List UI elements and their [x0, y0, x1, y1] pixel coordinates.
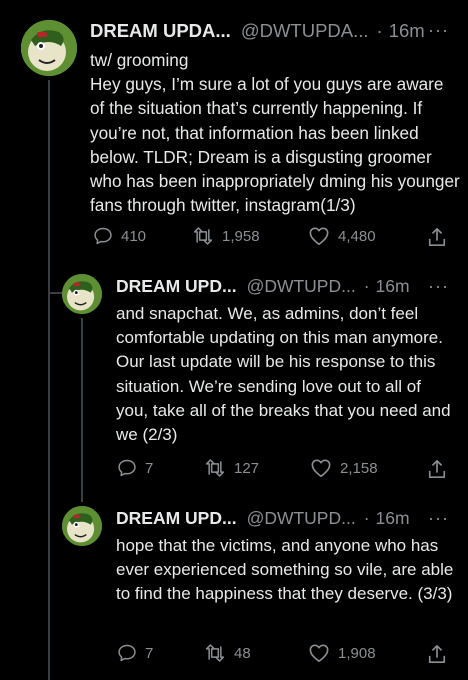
avatar-image	[62, 274, 102, 314]
tweet-header: DREAM UPDA... @DWTUPDA... · 16m	[90, 20, 425, 42]
like-count: 2,158	[340, 459, 378, 477]
username[interactable]: @DWTUPD...	[247, 508, 356, 529]
thread-line	[48, 292, 62, 294]
thread-line	[81, 318, 83, 502]
like-count: 1,908	[338, 644, 376, 662]
share-icon	[428, 228, 446, 246]
retweet-count: 1,958	[222, 227, 260, 245]
avatar-image	[21, 20, 77, 76]
retweet-count: 127	[234, 459, 260, 477]
more-options-icon[interactable]: ···	[428, 276, 449, 297]
timestamp[interactable]: 16m	[389, 20, 425, 42]
retweet-icon	[193, 227, 213, 245]
avatar[interactable]	[21, 20, 77, 76]
retweet-icon	[205, 644, 225, 662]
retweet-button[interactable]: 1,958	[192, 226, 260, 246]
like-count: 4,480	[338, 227, 376, 245]
avatar[interactable]	[62, 506, 102, 546]
reply-count: 7	[145, 459, 154, 477]
timestamp[interactable]: 16m	[376, 508, 410, 529]
share-button[interactable]	[427, 643, 447, 665]
tweet-text: hope that the victims, and anyone who ha…	[116, 536, 454, 604]
retweet-button[interactable]: 48	[204, 643, 251, 663]
retweet-icon	[205, 459, 225, 477]
more-options-icon[interactable]: ···	[428, 508, 449, 529]
reply-button[interactable]: 7	[117, 643, 153, 663]
retweet-count: 48	[234, 644, 251, 662]
retweet-button[interactable]: 127	[204, 458, 259, 478]
more-options-icon[interactable]: ···	[428, 20, 449, 41]
avatar-image	[62, 506, 102, 546]
separator-dot: ·	[363, 508, 370, 528]
like-button[interactable]: 1,908	[308, 643, 376, 663]
tweet-text: and snapchat. We, as admins, don’t feel …	[116, 304, 451, 445]
timestamp[interactable]: 16m	[376, 276, 410, 297]
username[interactable]: @DWTUPDA...	[241, 20, 369, 42]
display-name[interactable]: DREAM UPD...	[116, 508, 237, 529]
heart-icon	[309, 227, 329, 245]
heart-icon	[309, 644, 329, 662]
avatar[interactable]	[62, 274, 102, 314]
reply-count: 7	[145, 644, 154, 662]
tweet-text: tw/ grooming Hey guys, I’m sure a lot of…	[90, 50, 460, 216]
reply-count: 410	[121, 227, 147, 245]
like-button[interactable]: 4,480	[308, 226, 376, 246]
username[interactable]: @DWTUPD...	[247, 276, 356, 297]
reply-icon	[118, 459, 136, 477]
reply-button[interactable]: 7	[117, 458, 153, 478]
separator-dot: ·	[363, 276, 370, 296]
share-button[interactable]	[427, 458, 447, 480]
share-icon	[428, 460, 446, 478]
reply-button[interactable]: 410	[93, 226, 146, 246]
like-button[interactable]: 2,158	[310, 458, 378, 478]
reply-icon	[118, 644, 136, 662]
share-icon	[428, 645, 446, 664]
tweet-header: DREAM UPD... @DWTUPD... · 16m	[116, 276, 410, 297]
heart-icon	[311, 459, 331, 477]
share-button[interactable]	[427, 226, 447, 248]
tweet-header: DREAM UPD... @DWTUPD... · 16m	[116, 508, 410, 529]
display-name[interactable]: DREAM UPDA...	[90, 20, 231, 42]
reply-icon	[94, 227, 112, 245]
separator-dot: ·	[376, 20, 383, 41]
display-name[interactable]: DREAM UPD...	[116, 276, 237, 297]
tweet[interactable]: DREAM UPDA... @DWTUPDA... · 16m ··· tw/ …	[0, 0, 468, 260]
